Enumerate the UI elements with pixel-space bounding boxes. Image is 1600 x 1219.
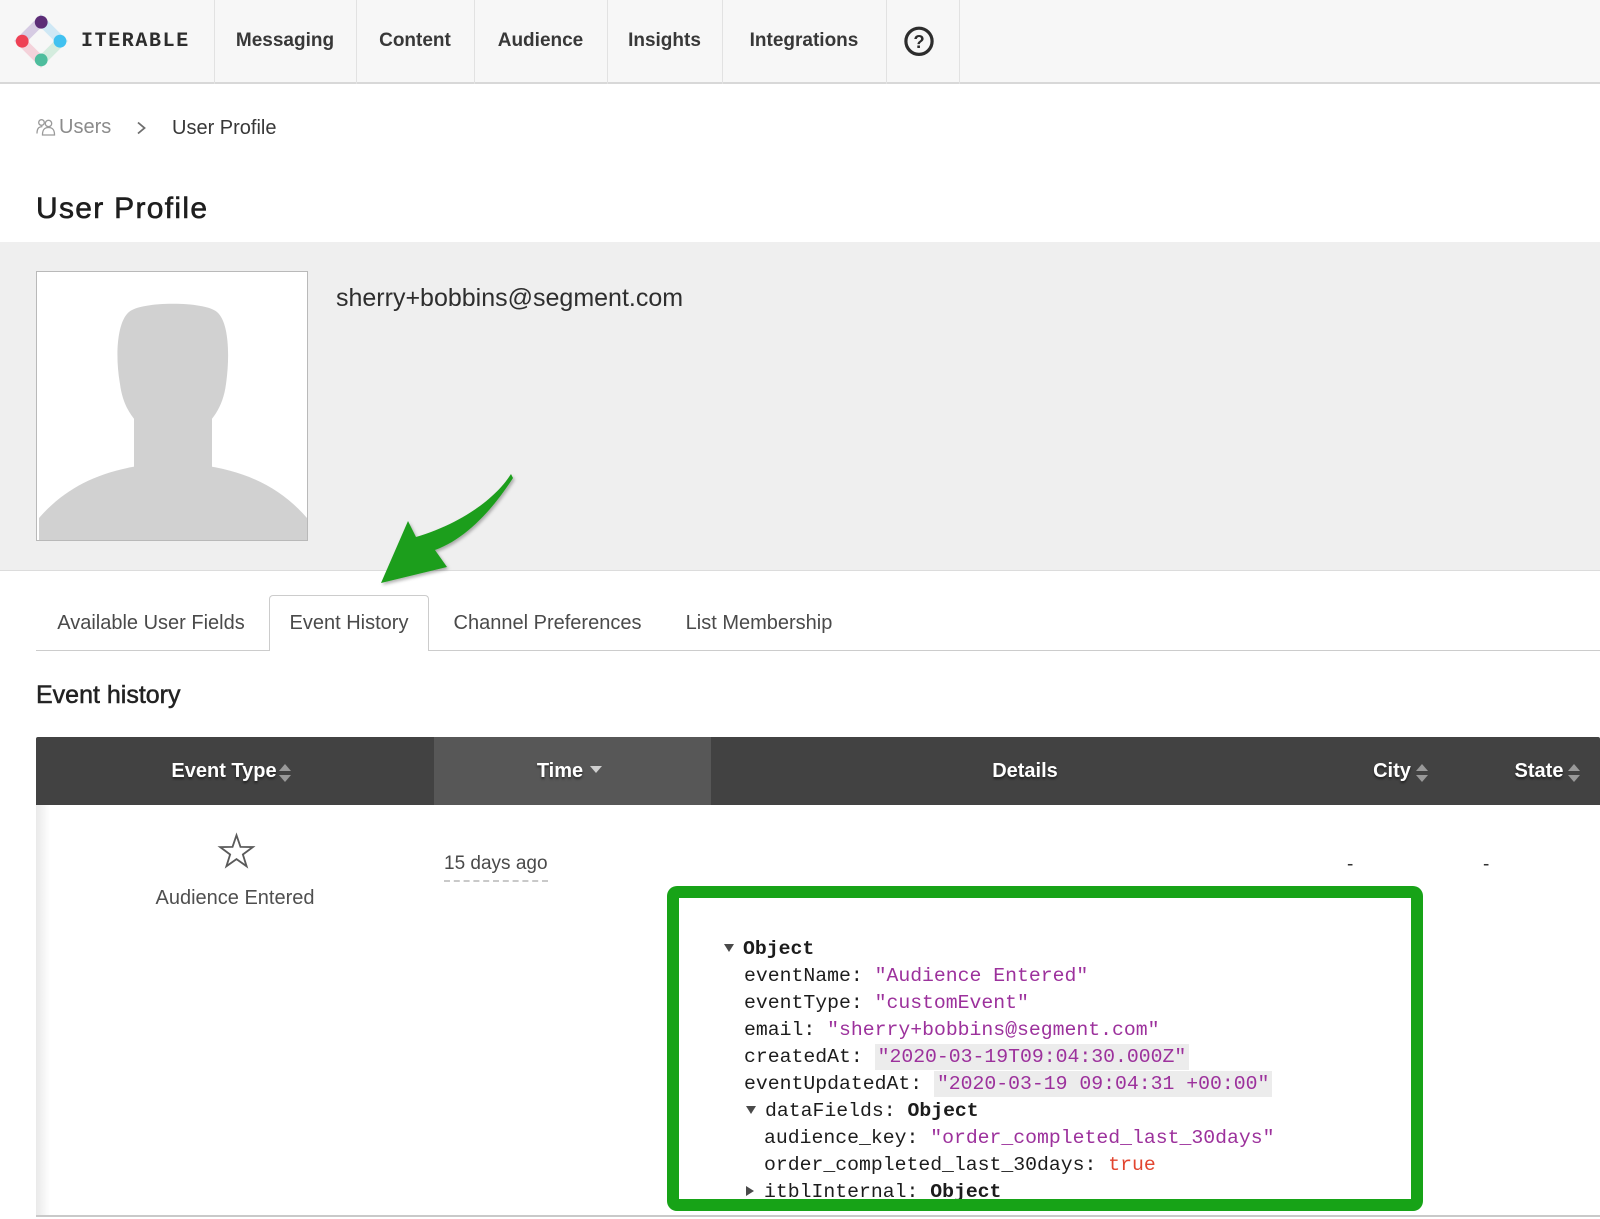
svg-text:?: ? bbox=[913, 31, 924, 52]
